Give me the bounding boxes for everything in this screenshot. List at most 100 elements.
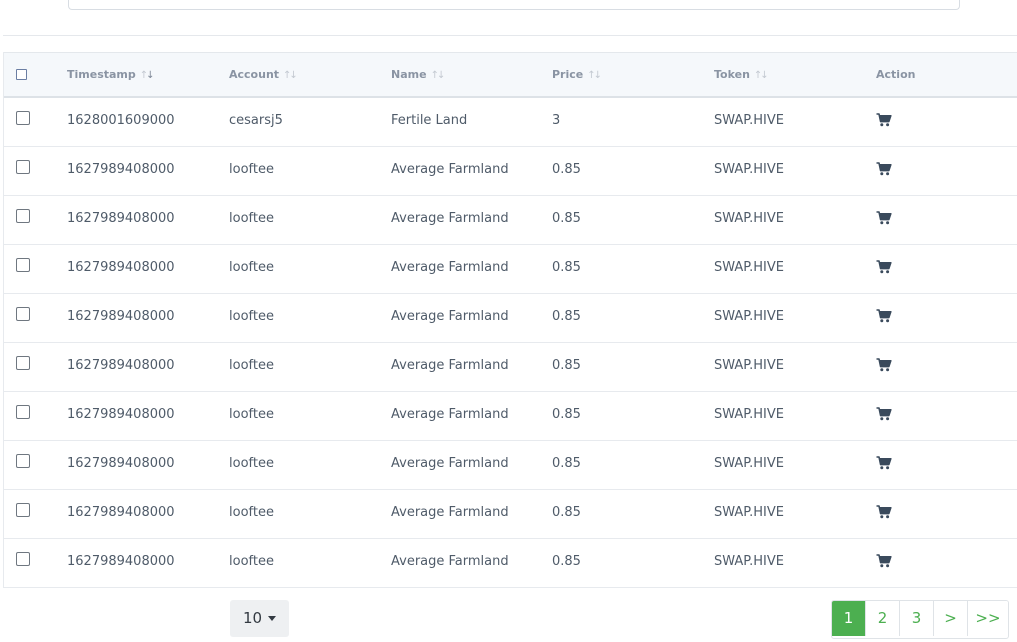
column-header-name[interactable]: Name ↑↓ xyxy=(391,53,446,96)
row-checkbox[interactable] xyxy=(16,356,30,370)
cell-timestamp: 1627989408000 xyxy=(67,309,175,324)
table-row: 1627989408000 looftee Average Farmland 0… xyxy=(4,147,1017,196)
cell-price: 0.85 xyxy=(552,162,581,177)
row-checkbox[interactable] xyxy=(16,405,30,419)
page-button-3[interactable]: 3 xyxy=(900,601,934,636)
cell-token: SWAP.HIVE xyxy=(714,456,784,471)
row-checkbox[interactable] xyxy=(16,552,30,566)
cell-token: SWAP.HIVE xyxy=(714,113,784,128)
cell-token: SWAP.HIVE xyxy=(714,358,784,373)
cart-icon[interactable] xyxy=(876,309,892,323)
cell-price: 0.85 xyxy=(552,260,581,275)
cell-account: cesarsj5 xyxy=(229,113,283,128)
table-row: 1627989408000 looftee Average Farmland 0… xyxy=(4,245,1017,294)
market-page: Timestamp ↑↓ Account ↑↓ Name ↑↓ Price ↑↓ Tok… xyxy=(0,0,1017,642)
row-checkbox[interactable] xyxy=(16,258,30,272)
row-checkbox[interactable] xyxy=(16,111,30,125)
cell-price: 0.85 xyxy=(552,505,581,520)
cell-timestamp: 1628001609000 xyxy=(67,113,175,128)
table-row: 1627989408000 looftee Average Farmland 0… xyxy=(4,343,1017,392)
cart-icon[interactable] xyxy=(876,358,892,372)
row-checkbox[interactable] xyxy=(16,209,30,223)
cart-icon[interactable] xyxy=(876,113,892,127)
cart-icon[interactable] xyxy=(876,211,892,225)
cell-token: SWAP.HIVE xyxy=(714,407,784,422)
cell-account: looftee xyxy=(229,260,274,275)
column-header-price[interactable]: Price ↑↓ xyxy=(552,53,602,96)
cell-account: looftee xyxy=(229,211,274,226)
cell-token: SWAP.HIVE xyxy=(714,309,784,324)
row-checkbox[interactable] xyxy=(16,454,30,468)
cell-token: SWAP.HIVE xyxy=(714,554,784,569)
table-row: 1627989408000 looftee Average Farmland 0… xyxy=(4,392,1017,441)
cell-price: 0.85 xyxy=(552,211,581,226)
cell-timestamp: 1627989408000 xyxy=(67,407,175,422)
cell-price: 0.85 xyxy=(552,309,581,324)
cell-token: SWAP.HIVE xyxy=(714,505,784,520)
table-row: 1627989408000 looftee Average Farmland 0… xyxy=(4,490,1017,539)
search-input[interactable] xyxy=(68,0,960,10)
sort-icon: ↑↓ xyxy=(283,70,298,81)
cell-account: looftee xyxy=(229,407,274,422)
select-all-checkbox[interactable] xyxy=(16,69,27,80)
cell-account: looftee xyxy=(229,309,274,324)
cell-price: 3 xyxy=(552,113,561,128)
cell-token: SWAP.HIVE xyxy=(714,211,784,226)
cell-name: Average Farmland xyxy=(391,162,509,177)
cell-timestamp: 1627989408000 xyxy=(67,505,175,520)
page-button-2[interactable]: 2 xyxy=(866,601,900,636)
table-header: Timestamp ↑↓ Account ↑↓ Name ↑↓ Price ↑↓ Tok… xyxy=(4,52,1017,98)
cell-name: Average Farmland xyxy=(391,407,509,422)
last-page-button[interactable]: >> xyxy=(968,601,1008,636)
cell-token: SWAP.HIVE xyxy=(714,260,784,275)
cell-name: Average Farmland xyxy=(391,211,509,226)
divider xyxy=(3,35,1017,36)
sort-icon: ↑↓ xyxy=(430,70,446,81)
sort-icon: ↑↓ xyxy=(139,70,155,81)
table-row: 1627989408000 looftee Average Farmland 0… xyxy=(4,294,1017,343)
row-checkbox[interactable] xyxy=(16,503,30,517)
cell-name: Average Farmland xyxy=(391,260,509,275)
cart-icon[interactable] xyxy=(876,260,892,274)
cell-timestamp: 1627989408000 xyxy=(67,211,175,226)
next-page-button[interactable]: > xyxy=(934,601,968,636)
column-header-timestamp[interactable]: Timestamp ↑↓ xyxy=(67,53,155,96)
cart-icon[interactable] xyxy=(876,554,892,568)
pagination: 1 2 3 > >> xyxy=(831,600,1009,639)
cell-name: Average Farmland xyxy=(391,358,509,373)
column-header-account[interactable]: Account ↑↓ xyxy=(229,53,298,96)
cell-timestamp: 1627989408000 xyxy=(67,554,175,569)
cell-price: 0.85 xyxy=(552,407,581,422)
cell-price: 0.85 xyxy=(552,456,581,471)
market-table: Timestamp ↑↓ Account ↑↓ Name ↑↓ Price ↑↓ Tok… xyxy=(3,52,1017,588)
cart-icon[interactable] xyxy=(876,162,892,176)
row-checkbox[interactable] xyxy=(16,160,30,174)
table-row: 1627989408000 looftee Average Farmland 0… xyxy=(4,196,1017,245)
row-checkbox[interactable] xyxy=(16,307,30,321)
table-body: 1628001609000 cesarsj5 Fertile Land 3 SW… xyxy=(4,98,1017,588)
cell-name: Average Farmland xyxy=(391,554,509,569)
cell-name: Average Farmland xyxy=(391,456,509,471)
column-header-action: Action xyxy=(876,68,916,81)
cell-account: looftee xyxy=(229,505,274,520)
cell-account: looftee xyxy=(229,358,274,373)
cell-token: SWAP.HIVE xyxy=(714,162,784,177)
per-page-dropdown[interactable]: 10 xyxy=(230,600,289,637)
page-button-1[interactable]: 1 xyxy=(832,601,866,636)
cell-price: 0.85 xyxy=(552,358,581,373)
sort-icon: ↑↓ xyxy=(753,70,769,81)
cell-timestamp: 1627989408000 xyxy=(67,162,175,177)
sort-icon: ↑↓ xyxy=(587,70,602,81)
table-row: 1628001609000 cesarsj5 Fertile Land 3 SW… xyxy=(4,98,1017,147)
cart-icon[interactable] xyxy=(876,456,892,470)
table-row: 1627989408000 looftee Average Farmland 0… xyxy=(4,539,1017,588)
cart-icon[interactable] xyxy=(876,407,892,421)
cell-price: 0.85 xyxy=(552,554,581,569)
cart-icon[interactable] xyxy=(876,505,892,519)
cell-account: looftee xyxy=(229,554,274,569)
column-header-token[interactable]: Token ↑↓ xyxy=(714,53,769,96)
cell-name: Average Farmland xyxy=(391,505,509,520)
cell-name: Average Farmland xyxy=(391,309,509,324)
cell-account: looftee xyxy=(229,456,274,471)
cell-timestamp: 1627989408000 xyxy=(67,358,175,373)
